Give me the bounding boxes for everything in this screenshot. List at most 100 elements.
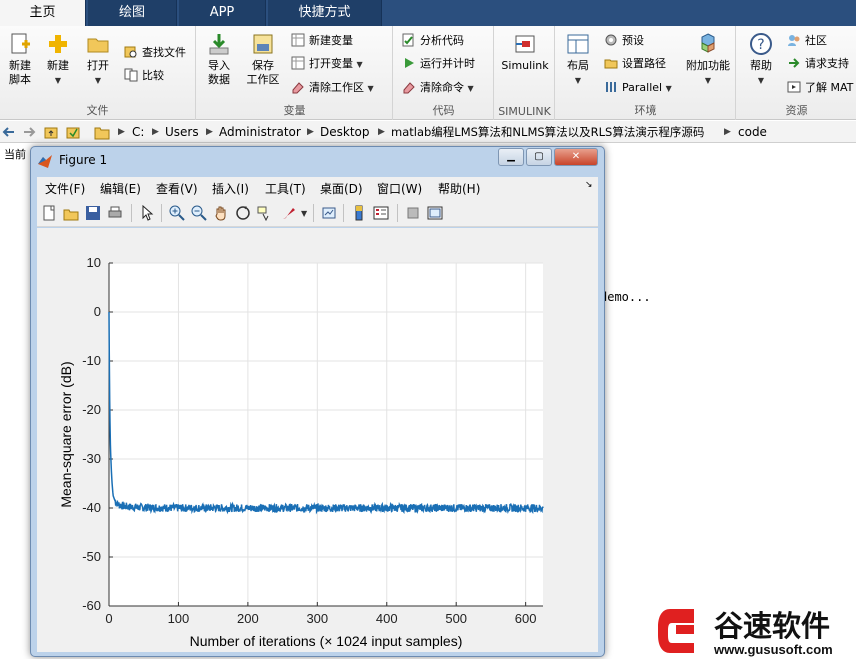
find-files-button[interactable]: 查找文件 — [124, 43, 186, 63]
new-button[interactable]: 新建 ▼ — [40, 32, 76, 88]
close-button[interactable]: ✕ — [554, 148, 598, 166]
legend-icon[interactable] — [373, 205, 389, 221]
addons-label: 附加功能 — [686, 59, 730, 72]
breadcrumb-project-folder[interactable]: matlab编程LMS算法和NLMS算法以及RLS算法演示程序源码 — [391, 121, 704, 143]
x-tick-label: 600 — [515, 611, 537, 626]
browse-folder-icon[interactable] — [66, 125, 80, 139]
group-variable-label: 变量 — [283, 104, 306, 117]
y-axis-label: Mean-square error (dB) — [58, 361, 74, 507]
forward-arrow-icon[interactable] — [22, 125, 36, 139]
help-button[interactable]: ? 帮助 ▼ — [743, 32, 779, 88]
group-code: 分析代码 运行并计时 清除命令 ▼ 代码 — [394, 26, 494, 120]
new-variable-icon — [291, 33, 305, 47]
preferences-button[interactable]: 预设 — [604, 31, 644, 51]
chevron-down-icon: ▼ — [94, 76, 102, 85]
community-icon — [788, 35, 800, 46]
open-file-icon[interactable] — [63, 205, 79, 221]
menu-expand-icon[interactable]: ↘ — [585, 180, 593, 190]
help-label: 帮助 — [750, 59, 772, 72]
addons-button[interactable]: 附加功能 ▼ — [684, 32, 732, 88]
pan-hand-icon[interactable] — [213, 205, 229, 221]
chevron-down-icon[interactable]: ▼ — [301, 209, 307, 218]
parallel-button[interactable]: Parallel ▼ — [604, 78, 672, 98]
menu-insert[interactable]: 插入(I) — [212, 180, 249, 197]
clear-workspace-button[interactable]: 清除工作区 ▼ — [291, 78, 374, 98]
menu-view[interactable]: 查看(V) — [156, 180, 198, 197]
back-arrow-icon[interactable] — [2, 125, 16, 139]
analyze-code-button[interactable]: 分析代码 — [402, 31, 464, 51]
open-variable-button[interactable]: 打开变量 ▼ — [291, 54, 363, 74]
print-icon[interactable] — [107, 205, 123, 221]
matlab-logo-icon — [38, 155, 52, 168]
request-support-button[interactable]: 请求支持 — [787, 54, 849, 74]
breadcrumb-drive[interactable]: C: — [132, 121, 144, 143]
run-and-time-button[interactable]: 运行并计时 — [402, 54, 475, 74]
menu-help[interactable]: 帮助(H) — [438, 180, 480, 197]
plot-area[interactable] — [109, 263, 543, 606]
chevron-down-icon: ▼ — [467, 84, 474, 93]
data-cursor-icon[interactable] — [257, 205, 273, 221]
link-plot-icon[interactable] — [321, 205, 337, 221]
minimize-button[interactable]: ▁ — [498, 148, 524, 166]
new-script-button[interactable]: 新建 脚本 — [2, 32, 38, 87]
mse-plot[interactable]: 0 100 200 300 400 500 600100-10-20-30-40-50-60… — [37, 228, 598, 652]
toolbar-separator — [397, 204, 398, 222]
tab-apps[interactable]: APP — [179, 0, 266, 26]
learn-matlab-button[interactable]: 了解 MAT — [787, 78, 853, 98]
layout-button[interactable]: 布局 ▼ — [560, 32, 596, 88]
open-variable-icon — [291, 56, 305, 70]
menu-file[interactable]: 文件(F) — [45, 180, 85, 197]
brush-icon[interactable] — [281, 205, 297, 221]
addons-icon — [701, 33, 715, 53]
save-icon[interactable] — [85, 205, 101, 221]
compare-button[interactable]: 比较 — [124, 66, 164, 86]
simulink-button[interactable]: Simulink — [499, 32, 551, 73]
community-button[interactable]: 社区 — [787, 31, 827, 51]
open-label: 打开 — [87, 59, 109, 72]
zoom-out-icon[interactable] — [191, 205, 207, 221]
import-data-button[interactable]: 导入 数据 — [201, 32, 237, 87]
group-file: 新建 脚本 新建 ▼ 打开 ▼ 查找文件 比较 文件 — [0, 26, 196, 120]
run-time-icon — [405, 58, 414, 68]
open-button[interactable]: 打开 ▼ — [80, 32, 116, 88]
menu-edit[interactable]: 编辑(E) — [100, 180, 141, 197]
pointer-icon[interactable] — [139, 205, 155, 221]
maximize-button[interactable]: ▢ — [526, 148, 552, 166]
y-tick-label: -30 — [82, 451, 101, 466]
breadcrumb-desktop[interactable]: Desktop — [320, 121, 370, 143]
parallel-icon — [606, 82, 616, 92]
rotate-3d-icon[interactable] — [235, 205, 251, 221]
menu-tools[interactable]: 工具(T) — [265, 180, 306, 197]
figure-window[interactable]: Figure 1 ▁ ▢ ✕ 文件(F) 编辑(E) 查看(V) 插入(I) 工… — [30, 146, 605, 657]
eraser-icon — [292, 82, 304, 94]
zoom-in-icon[interactable] — [169, 205, 185, 221]
tab-home[interactable]: 主页 — [0, 0, 86, 26]
breadcrumb-users[interactable]: Users — [165, 121, 199, 143]
save-workspace-button[interactable]: 保存 工作区 — [243, 32, 283, 87]
set-path-button[interactable]: 设置路径 — [604, 54, 666, 74]
x-axis-label: Number of iterations (× 1024 input sampl… — [190, 633, 463, 649]
group-environment: 布局 ▼ 预设 设置路径 Parallel ▼ 附加功能 ▼ 环境 — [556, 26, 736, 120]
new-variable-button[interactable]: 新建变量 — [291, 31, 353, 51]
up-folder-icon[interactable] — [44, 125, 58, 139]
analyze-icon — [402, 33, 414, 47]
menu-window[interactable]: 窗口(W) — [377, 180, 422, 197]
chevron-down-icon: ▼ — [665, 84, 672, 93]
clear-commands-button[interactable]: 清除命令 ▼ — [402, 78, 474, 98]
breadcrumb-code[interactable]: code — [738, 121, 767, 143]
tab-shortcuts[interactable]: 快捷方式 — [268, 0, 382, 26]
new-figure-icon[interactable] — [41, 205, 57, 221]
menu-desktop[interactable]: 桌面(D) — [320, 180, 363, 197]
group-resources-label: 资源 — [785, 104, 808, 117]
toolbar-separator — [343, 204, 344, 222]
group-code-label: 代码 — [432, 104, 455, 117]
colorbar-icon[interactable] — [351, 205, 367, 221]
toolbar-separator — [313, 204, 314, 222]
figure-canvas[interactable]: 0 100 200 300 400 500 600 10 0 -10 -20 -30 -40 -50 -60… — [37, 228, 598, 652]
address-bar: ▶ C: ▶ Users ▶ Administrator ▶ Desktop ▶… — [0, 121, 856, 143]
show-plot-tools-icon[interactable] — [427, 205, 443, 221]
tab-plots[interactable]: 绘图 — [88, 0, 177, 26]
breadcrumb-administrator[interactable]: Administrator — [219, 121, 301, 143]
hide-plot-tools-icon[interactable] — [405, 205, 421, 221]
y-tick-label: 0 — [94, 304, 101, 319]
